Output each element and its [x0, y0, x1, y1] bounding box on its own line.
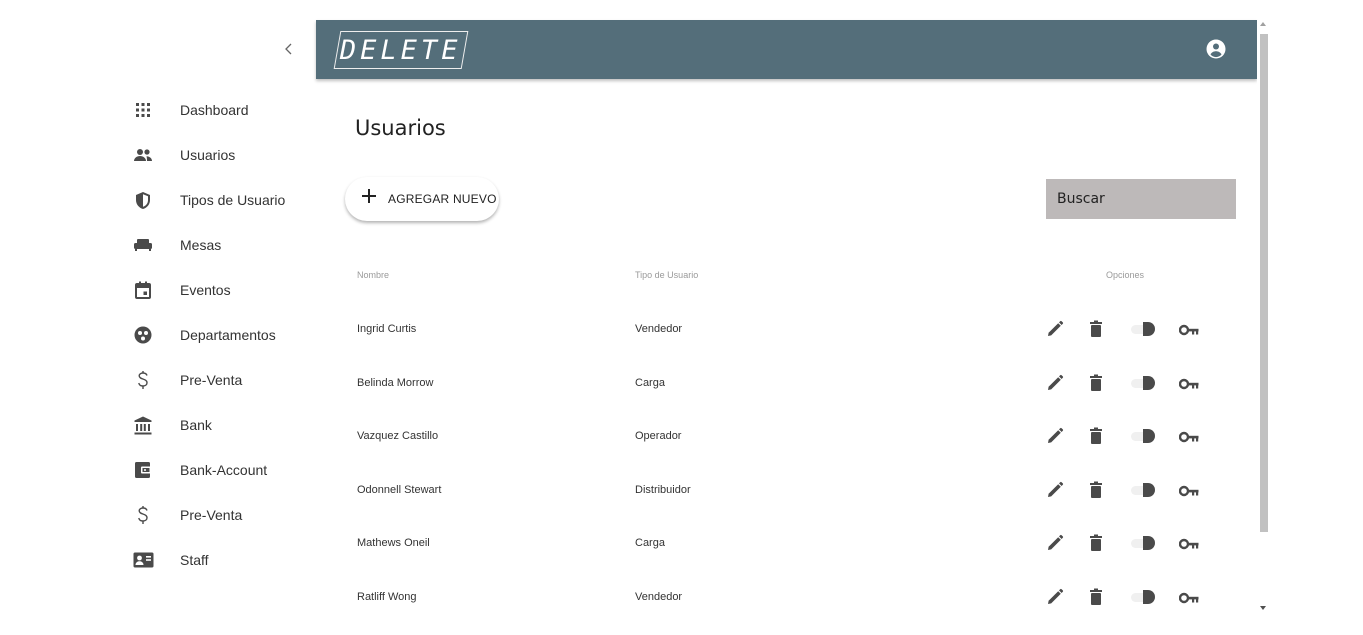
- account-circle-icon[interactable]: [1206, 39, 1226, 59]
- edit-pencil-icon[interactable]: [1046, 320, 1066, 340]
- sidebar-item-label: Usuarios: [180, 147, 236, 163]
- delete-trash-icon[interactable]: [1089, 588, 1109, 608]
- add-new-button[interactable]: AGREGAR NUEVO: [345, 177, 499, 221]
- key-icon[interactable]: [1178, 484, 1199, 504]
- contact-card-icon: [130, 549, 156, 571]
- page-title: Usuarios: [355, 116, 446, 140]
- search-input[interactable]: [1046, 179, 1236, 219]
- dollar-icon: [130, 369, 156, 391]
- sidebar-item-label: Eventos: [180, 282, 231, 298]
- edit-pencil-icon[interactable]: [1046, 427, 1066, 447]
- group-circle-icon: [130, 324, 156, 346]
- delete-trash-icon[interactable]: [1089, 481, 1109, 501]
- delete-trash-icon[interactable]: [1089, 427, 1109, 447]
- cell-tipo-de-usuario: Carga: [635, 377, 665, 389]
- sidebar-item-label: Pre-Venta: [180, 507, 243, 523]
- cell-nombre: Mathews Oneil: [357, 537, 430, 549]
- sidebar: Dashboard Usuarios Tipos de Usuario Mesa…: [0, 0, 316, 635]
- cell-nombre: Odonnell Stewart: [357, 484, 442, 496]
- cell-nombre: Ingrid Curtis: [357, 323, 417, 335]
- sidebar-item-label: Dashboard: [180, 102, 249, 118]
- status-toggle-switch[interactable]: [1129, 321, 1155, 341]
- bank-icon: [130, 414, 156, 436]
- sidebar-item-bank-account[interactable]: Bank-Account: [130, 455, 310, 485]
- key-icon[interactable]: [1178, 537, 1199, 557]
- key-icon[interactable]: [1178, 323, 1199, 343]
- sidebar-item-tipos-de-usuario[interactable]: Tipos de Usuario: [130, 185, 310, 215]
- cell-tipo-de-usuario: Carga: [635, 537, 665, 549]
- top-app-bar: DELETE: [316, 20, 1257, 79]
- status-toggle-switch[interactable]: [1129, 375, 1155, 395]
- sidebar-item-label: Mesas: [180, 237, 222, 253]
- sidebar-item-eventos[interactable]: Eventos: [130, 275, 310, 305]
- sidebar-item-staff[interactable]: Staff: [130, 545, 310, 575]
- cell-tipo-de-usuario: Vendedor: [635, 323, 683, 335]
- delete-trash-icon[interactable]: [1089, 534, 1109, 554]
- sidebar-item-dashboard[interactable]: Dashboard: [130, 95, 310, 125]
- sidebar-item-departamentos[interactable]: Departamentos: [130, 320, 310, 350]
- key-icon[interactable]: [1178, 591, 1199, 611]
- column-header-opciones: Opciones: [1106, 270, 1145, 280]
- calendar-icon: [130, 279, 156, 301]
- sidebar-item-label: Bank: [180, 417, 212, 433]
- status-toggle-switch[interactable]: [1129, 535, 1155, 555]
- wallet-icon: [130, 459, 156, 481]
- edit-pencil-icon[interactable]: [1046, 588, 1066, 608]
- sidebar-item-pre-venta[interactable]: Pre-Venta: [130, 365, 310, 395]
- scroll-down-arrow-icon[interactable]: [1260, 606, 1266, 610]
- delete-trash-icon[interactable]: [1089, 374, 1109, 394]
- edit-pencil-icon[interactable]: [1046, 481, 1066, 501]
- cell-tipo-de-usuario: Operador: [635, 430, 682, 442]
- shield-icon: [130, 189, 156, 211]
- cell-nombre: Vazquez Castillo: [357, 430, 439, 442]
- scroll-up-arrow-icon[interactable]: [1260, 22, 1266, 26]
- sidebar-item-label: Departamentos: [180, 327, 276, 343]
- plus-icon: [362, 189, 376, 203]
- cell-nombre: Belinda Morrow: [357, 377, 434, 389]
- sidebar-item-label: Tipos de Usuario: [180, 192, 286, 208]
- couch-icon: [130, 234, 156, 256]
- scrollbar-thumb[interactable]: [1260, 34, 1268, 532]
- sidebar-item-pre-venta-2[interactable]: Pre-Venta: [130, 500, 310, 530]
- app-logo-text: DELETE: [340, 34, 462, 66]
- cell-tipo-de-usuario: Distribuidor: [635, 484, 691, 496]
- status-toggle-switch[interactable]: [1129, 428, 1155, 448]
- status-toggle-switch[interactable]: [1129, 589, 1155, 609]
- cell-tipo-de-usuario: Vendedor: [635, 591, 683, 603]
- status-toggle-switch[interactable]: [1129, 482, 1155, 502]
- sidebar-item-mesas[interactable]: Mesas: [130, 230, 310, 260]
- edit-pencil-icon[interactable]: [1046, 534, 1066, 554]
- column-header-nombre: Nombre: [357, 270, 390, 280]
- sidebar-item-label: Staff: [180, 552, 209, 568]
- sidebar-item-usuarios[interactable]: Usuarios: [130, 140, 310, 170]
- key-icon[interactable]: [1178, 377, 1199, 397]
- add-new-button-label: AGREGAR NUEVO: [388, 192, 497, 206]
- app-logo[interactable]: DELETE: [333, 31, 469, 69]
- cell-nombre: Ratliff Wong: [357, 591, 417, 603]
- edit-pencil-icon[interactable]: [1046, 374, 1066, 394]
- apps-grid-icon: [130, 99, 156, 121]
- sidebar-item-bank[interactable]: Bank: [130, 410, 310, 440]
- people-icon: [130, 144, 156, 166]
- key-icon[interactable]: [1178, 430, 1199, 450]
- column-header-tipo-de-usuario: Tipo de Usuario: [635, 270, 699, 280]
- collapse-sidebar-icon[interactable]: [280, 38, 298, 60]
- dollar-icon: [130, 504, 156, 526]
- sidebar-item-label: Bank-Account: [180, 462, 268, 478]
- delete-trash-icon[interactable]: [1089, 320, 1109, 340]
- sidebar-item-label: Pre-Venta: [180, 372, 243, 388]
